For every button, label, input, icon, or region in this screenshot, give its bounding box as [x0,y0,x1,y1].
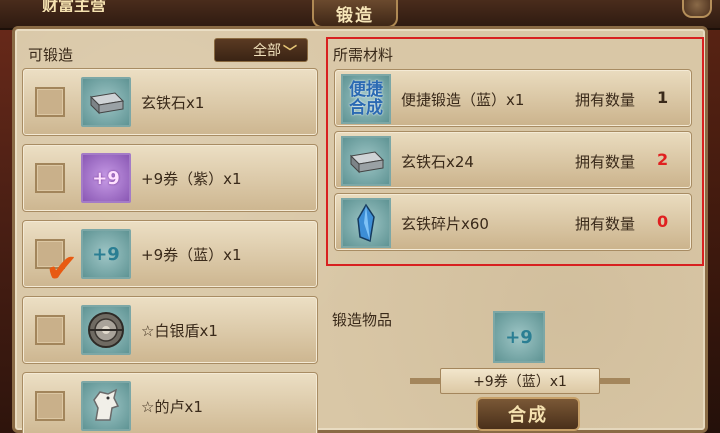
materials-label: 所需材料 [333,46,394,64]
forge-item-row[interactable]: ☆的卢x1 [22,372,318,433]
previous-window-title: 财富主营 [42,0,107,12]
quick-forge-icon: 便捷合成 [341,74,391,124]
plus9-ticket-blue-icon: +9 [81,229,131,279]
item-checkbox[interactable] [35,87,65,117]
material-row: 便捷合成 便捷锻造（蓝）x1 拥有数量 1 [334,69,692,127]
filter-selected: 全部 [253,43,281,59]
owned-label: 拥有数量 [575,215,636,233]
chevron-down-icon: ﹀ [283,45,297,61]
material-name: 玄铁碎片x60 [401,215,489,233]
iron-shard-icon [341,198,391,248]
result-name: +9券（蓝）x1 [440,368,600,394]
forge-item-row[interactable]: +9 +9券（紫）x1 [22,144,318,212]
item-checkbox[interactable] [35,163,65,193]
checkmark-icon: ✔ [45,246,79,292]
compose-button[interactable]: 合成 [476,397,580,431]
owned-count: 0 [657,212,669,231]
forgeable-label: 可锻造 [28,46,74,64]
owned-count: 1 [657,88,669,107]
item-name: +9券（紫）x1 [141,170,242,188]
material-row: 玄铁石x24 拥有数量 2 [334,131,692,189]
forge-item-row[interactable]: ☆白银盾x1 [22,296,318,364]
item-name: 玄铁石x1 [141,94,205,112]
filter-dropdown[interactable]: 全部 ﹀ [214,38,308,62]
item-checkbox[interactable]: ✔ [35,239,79,289]
owned-count: 2 [657,150,669,169]
forge-item-row[interactable]: ✔ +9 +9券（蓝）x1 [22,220,318,289]
plus9-ticket-blue-icon: +9 [493,311,545,363]
silver-shield-icon [81,305,131,355]
iron-ingot-icon [81,77,131,127]
material-row: 玄铁碎片x60 拥有数量 0 [334,193,692,251]
owned-label: 拥有数量 [575,153,636,171]
item-name: ☆白银盾x1 [141,322,218,340]
item-name: +9券（蓝）x1 [141,246,242,264]
plus9-ticket-purple-icon: +9 [81,153,131,203]
item-checkbox[interactable] [35,391,65,421]
material-name: 玄铁石x24 [401,153,474,171]
close-button[interactable] [682,0,712,18]
iron-ingot-icon [341,136,391,186]
white-horse-icon [81,381,131,431]
window-title: 锻造 [312,0,398,28]
item-name: ☆的卢x1 [141,398,203,416]
material-name: 便捷锻造（蓝）x1 [401,91,525,109]
forge-item-row[interactable]: 玄铁石x1 [22,68,318,136]
item-checkbox[interactable] [35,315,65,345]
result-label: 锻造物品 [332,311,393,329]
owned-label: 拥有数量 [575,91,636,109]
